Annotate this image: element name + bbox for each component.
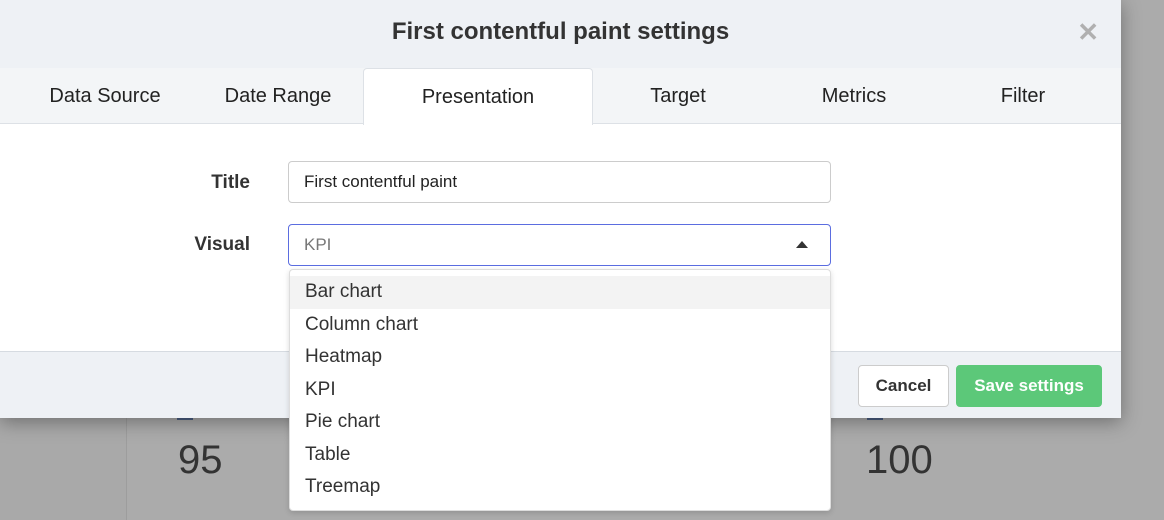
tab-presentation[interactable]: Presentation xyxy=(363,68,593,125)
visual-label: Visual xyxy=(194,234,250,255)
option-heatmap[interactable]: Heatmap xyxy=(290,341,830,374)
title-input[interactable]: First contentful paint xyxy=(288,161,831,203)
tab-target[interactable]: Target xyxy=(593,68,763,124)
title-label: Title xyxy=(211,172,250,193)
option-table[interactable]: Table xyxy=(290,439,830,472)
tab-data-source[interactable]: Data Source xyxy=(20,68,190,124)
visual-dropdown-menu: Bar chart Column chart Heatmap KPI Pie c… xyxy=(289,269,831,511)
modal-header: First contentful paint settings ✕ xyxy=(0,0,1121,68)
visual-selected-value: KPI xyxy=(304,235,332,254)
tab-filter[interactable]: Filter xyxy=(938,68,1108,124)
tab-metrics[interactable]: Metrics xyxy=(769,68,939,124)
option-kpi[interactable]: KPI xyxy=(290,374,830,407)
close-icon[interactable]: ✕ xyxy=(1077,0,1099,64)
option-column-chart[interactable]: Column chart xyxy=(290,309,830,342)
option-pie-chart[interactable]: Pie chart xyxy=(290,406,830,439)
option-bar-chart[interactable]: Bar chart xyxy=(290,276,830,309)
tab-bar: Data Source Date Range Presentation Targ… xyxy=(0,68,1121,125)
kpi-value: 95 xyxy=(178,438,223,482)
cancel-button[interactable]: Cancel xyxy=(858,365,949,407)
tab-date-range[interactable]: Date Range xyxy=(193,68,363,124)
save-settings-button[interactable]: Save settings xyxy=(956,365,1102,407)
option-treemap[interactable]: Treemap xyxy=(290,471,830,504)
visual-select[interactable]: KPI xyxy=(288,224,831,266)
kpi-value: 100 xyxy=(866,438,933,482)
caret-up-icon xyxy=(796,241,808,248)
modal-title: First contentful paint settings xyxy=(391,18,730,45)
